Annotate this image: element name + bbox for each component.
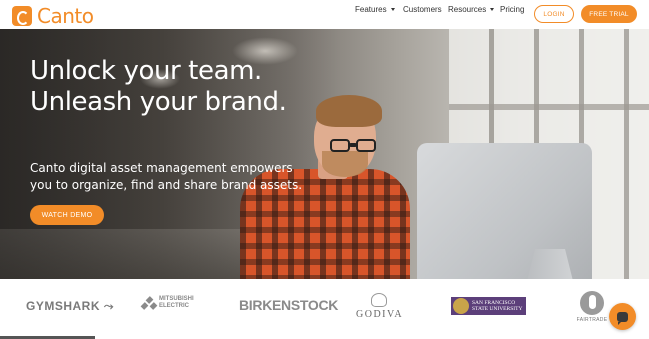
site-header: Canto Features Customers Resources Prici… (0, 0, 649, 29)
free-trial-button[interactable]: FREE TRIAL (581, 5, 637, 23)
nav-item-label: Pricing (500, 4, 525, 14)
logo-mitsubishi-line1: MITSUBISHI (159, 296, 194, 302)
logo-sfsu: SAN FRANCISCO STATE UNIVERSITY (451, 297, 527, 315)
hero-title-line2: Unleash your brand. (30, 87, 287, 117)
chevron-down-icon (490, 7, 495, 11)
logo-gymshark-text: GYMSHARK (26, 299, 101, 313)
logo-godiva: GODIVA (356, 293, 402, 320)
hero-title: Unlock your team. Unleash your brand. (30, 56, 287, 118)
logo-birkenstock: BIRKENSTOCK (239, 297, 339, 313)
logo-fairtrade-text: FAIRTRADE (576, 317, 608, 323)
chevron-down-icon (390, 7, 395, 11)
logo-mitsubishi-line2: ELECTRIC (159, 303, 189, 309)
logo-text: Canto (37, 4, 94, 28)
nav-item-resources[interactable]: Resources (448, 4, 495, 14)
nav-item-features[interactable]: Features (355, 5, 395, 14)
canto-logo[interactable]: Canto (12, 4, 94, 28)
hero-title-line1: Unlock your team. (30, 56, 262, 86)
chat-icon (617, 311, 628, 325)
nav-item-label: Features (355, 4, 387, 14)
hero-subtitle: Canto digital asset management empowers … (30, 161, 303, 192)
hero-background-frame (449, 104, 649, 110)
watch-demo-button[interactable]: WATCH DEMO (30, 205, 104, 225)
sfsu-seal-icon (453, 298, 469, 314)
hero-person-beard (322, 151, 368, 177)
nav-item-label: Resources (448, 4, 487, 14)
login-button[interactable]: LOGIN (534, 5, 574, 23)
nav-item-label: Customers (403, 4, 442, 14)
hero-person-glasses (330, 139, 380, 153)
nav-item-customers[interactable]: Customers (403, 5, 442, 14)
logo-godiva-text: GODIVA (356, 309, 404, 320)
gymshark-icon: ⤳ (103, 299, 114, 313)
logo-mitsubishi: MITSUBISHI ELECTRIC (140, 295, 194, 310)
logo-sfsu-line2: STATE UNIVERSITY (472, 306, 523, 312)
fairtrade-mark-icon (580, 291, 604, 315)
hero-person-hair (316, 95, 382, 127)
mitsubishi-diamonds-icon (140, 295, 158, 310)
customer-logos-strip: GYMSHARK ⤳ MITSUBISHI ELECTRIC BIRKENSTO… (0, 279, 649, 339)
nav-item-pricing[interactable]: Pricing (500, 5, 524, 14)
chat-button[interactable] (609, 303, 636, 330)
logo-fairtrade: FAIRTRADE (576, 291, 608, 323)
logo-gymshark: GYMSHARK ⤳ (26, 299, 114, 314)
canto-logo-icon (12, 6, 32, 26)
godiva-rider-icon (371, 293, 387, 307)
